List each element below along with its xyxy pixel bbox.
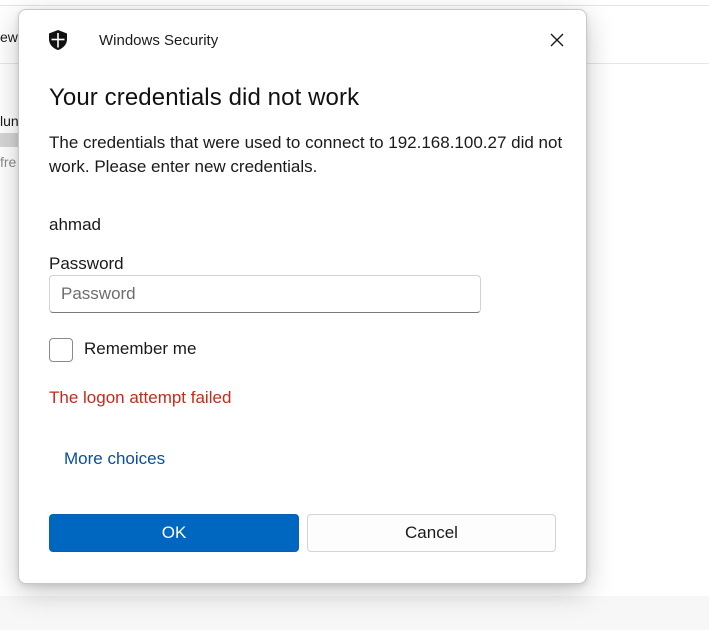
close-icon [550,33,564,52]
password-label: Password [49,254,124,273]
username-text: ahmad [49,215,101,234]
background-text-fragment: fre [0,154,17,170]
error-message: The logon attempt failed [49,388,232,407]
more-choices-link[interactable]: More choices [64,449,165,469]
cancel-button[interactable]: Cancel [307,514,556,552]
background-text-fragment: ew [0,29,18,45]
ok-button[interactable]: OK [49,514,299,552]
dialog-titlebar: Windows Security [19,10,586,70]
remember-me-checkbox[interactable] [49,338,73,362]
dialog-heading: Your credentials did not work [49,84,360,111]
shield-icon [47,29,69,51]
dialog-description: The credentials that were used to connec… [49,133,563,176]
password-input[interactable] [49,275,481,313]
credentials-dialog: Windows Security Your credentials did no… [18,9,587,584]
background-footer [0,596,709,630]
background-divider-top [0,5,709,6]
remember-me-label[interactable]: Remember me [84,339,196,359]
dialog-app-title: Windows Security [99,32,219,49]
background-text-fragment: lun [0,113,19,129]
close-button[interactable] [543,28,571,56]
